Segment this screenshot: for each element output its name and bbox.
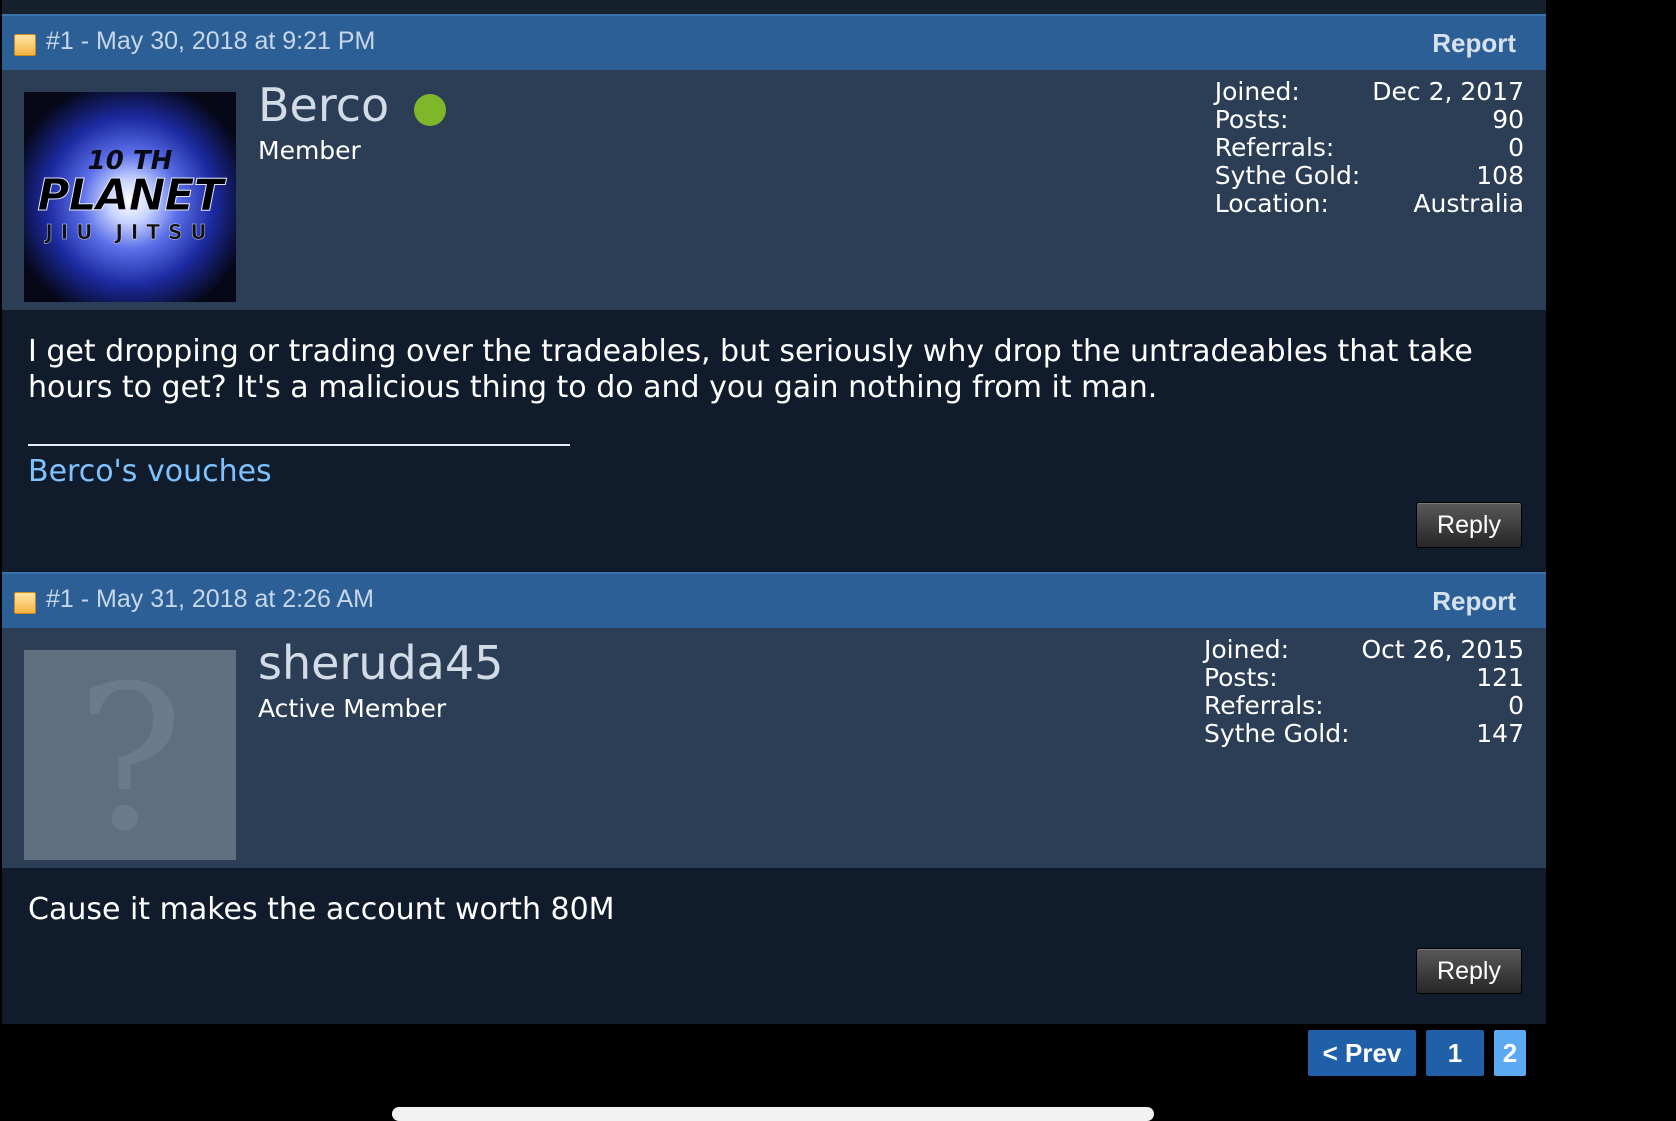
report-link[interactable]: Report xyxy=(1432,586,1516,617)
post-body: Cause it makes the account worth 80M Rep… xyxy=(2,868,1546,1024)
reply-button[interactable]: Reply xyxy=(1416,948,1522,994)
stat-row: Referrals: 0 xyxy=(1204,692,1524,720)
post-header: #1 - May 30, 2018 at 9:21 PM Report xyxy=(2,14,1546,70)
prev-page-button[interactable]: < Prev xyxy=(1308,1030,1416,1076)
stat-label: Sythe Gold: xyxy=(1203,719,1350,748)
stat-value: 108 xyxy=(1476,161,1524,190)
avatar-logo-line: JIU JITSU xyxy=(45,220,215,245)
reply-button[interactable]: Reply xyxy=(1416,502,1522,548)
post-text: I get dropping or trading over the trade… xyxy=(28,334,1473,405)
avatar[interactable]: 10 TH PLANET JIU JITSU xyxy=(24,92,236,302)
report-link[interactable]: Report xyxy=(1432,28,1516,59)
stat-label: Referrals: xyxy=(1203,691,1324,720)
post-id[interactable]: #1 - May 30, 2018 at 9:21 PM xyxy=(46,27,375,56)
post: #1 - May 30, 2018 at 9:21 PM Report 10 T… xyxy=(2,14,1546,572)
stat-row: Joined: Dec 2, 2017 xyxy=(1215,78,1524,106)
post-header: #1 - May 31, 2018 at 2:26 AM Report xyxy=(2,572,1546,628)
stat-row: Posts: 90 xyxy=(1215,106,1524,134)
avatar-logo-line: PLANET xyxy=(37,170,224,222)
post-text: Cause it makes the account worth 80M xyxy=(28,892,615,927)
stat-label: Joined: xyxy=(1214,77,1300,106)
stat-value: 121 xyxy=(1476,663,1524,692)
stat-label: Joined: xyxy=(1203,635,1290,664)
stat-value: 0 xyxy=(1508,133,1524,162)
stat-label: Location: xyxy=(1214,189,1329,218)
stat-row: Sythe Gold: 147 xyxy=(1204,720,1524,748)
user-rank: Member xyxy=(258,136,361,165)
username[interactable]: sheruda45 xyxy=(258,636,503,690)
stat-value: 147 xyxy=(1476,719,1524,748)
post: #1 - May 31, 2018 at 2:26 AM Report ? sh… xyxy=(2,572,1546,1024)
stat-label: Posts: xyxy=(1214,105,1289,134)
page-2-button[interactable]: 2 xyxy=(1494,1030,1526,1076)
post-body: I get dropping or trading over the trade… xyxy=(2,310,1546,572)
user-panel: ? sheruda45 Active Member Joined: Oct 26… xyxy=(2,628,1546,868)
stat-value: Dec 2, 2017 xyxy=(1372,77,1524,106)
stat-value: 90 xyxy=(1492,105,1524,134)
stat-row: Referrals: 0 xyxy=(1215,134,1524,162)
stat-value: Oct 26, 2015 xyxy=(1361,635,1525,664)
top-strip xyxy=(2,0,1546,14)
stat-row: Posts: 121 xyxy=(1204,664,1524,692)
post-icon xyxy=(14,592,36,614)
signature-link[interactable]: Berco's vouches xyxy=(28,454,272,489)
username[interactable]: Berco xyxy=(258,78,389,132)
post-icon xyxy=(14,34,36,56)
stat-value: Australia xyxy=(1413,189,1524,218)
stat-label: Sythe Gold: xyxy=(1214,161,1361,190)
horizontal-scrollbar[interactable] xyxy=(392,1107,1154,1121)
user-stats: Joined: Dec 2, 2017 Posts: 90 Referrals:… xyxy=(1215,78,1524,218)
stat-row: Joined: Oct 26, 2015 xyxy=(1204,636,1524,664)
stat-row: Location: Australia xyxy=(1215,190,1524,218)
stat-row: Sythe Gold: 108 xyxy=(1215,162,1524,190)
avatar[interactable]: ? xyxy=(24,650,236,860)
user-stats: Joined: Oct 26, 2015 Posts: 121 Referral… xyxy=(1204,636,1524,748)
user-panel: 10 TH PLANET JIU JITSU Berco Member Join… xyxy=(2,70,1546,310)
stat-value: 0 xyxy=(1508,691,1524,720)
user-rank: Active Member xyxy=(258,694,447,723)
stat-label: Posts: xyxy=(1203,663,1278,692)
post-id[interactable]: #1 - May 31, 2018 at 2:26 AM xyxy=(46,585,374,614)
signature-divider xyxy=(28,444,570,446)
online-status-icon xyxy=(414,94,446,126)
stat-label: Referrals: xyxy=(1214,133,1335,162)
default-avatar-icon: ? xyxy=(76,650,184,860)
page-1-button[interactable]: 1 xyxy=(1426,1030,1484,1076)
